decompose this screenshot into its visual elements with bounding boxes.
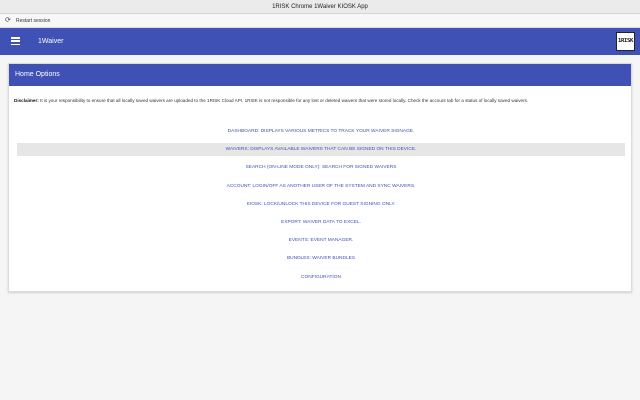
- option-waivers[interactable]: WAIVERS: DISPLAYS AVAILABLE WAIVERS THAT…: [17, 143, 625, 157]
- restart-icon[interactable]: ⟳: [5, 14, 11, 28]
- card-header: Home Options: [9, 64, 631, 86]
- option-export[interactable]: EXPORT: WAIVER DATA TO EXCEL.: [17, 216, 625, 229]
- window-title: 1RISK Chrome 1Waiver KIOSK App: [272, 4, 368, 10]
- option-events[interactable]: EVENTS: EVENT MANAGER.: [17, 234, 625, 247]
- app-bar: 1Waiver 1RISK: [0, 28, 640, 55]
- disclaimer: Disclaimer: It is your responsibility to…: [14, 98, 528, 103]
- hamburger-menu-icon[interactable]: [11, 37, 20, 46]
- option-kiosk[interactable]: KIOSK: LOCK/UNLOCK THIS DEVICE FOR GUEST…: [17, 198, 625, 211]
- option-search[interactable]: SEARCH (ON-LINE MODE ONLY): SEARCH FOR S…: [17, 161, 625, 174]
- app-title: 1Waiver: [38, 38, 64, 45]
- disclaimer-label: Disclaimer:: [14, 98, 39, 103]
- disclaimer-text: It is your responsibility to ensure that…: [38, 98, 529, 103]
- 1risk-logo: 1RISK: [616, 32, 635, 51]
- window-title-bar: 1RISK Chrome 1Waiver KIOSK App: [0, 0, 640, 14]
- menu-bar: ⟳ Restart session: [0, 14, 640, 28]
- restart-session-menu-item[interactable]: Restart session: [16, 14, 50, 28]
- home-options-card: Home Options Disclaimer: It is your resp…: [8, 63, 632, 292]
- option-bundles[interactable]: BUNDLES: WAIVER BUNDLES: [17, 252, 625, 265]
- option-dashboard[interactable]: DASHBOARD: DISPLAYS VARIOUS METRICS TO T…: [17, 125, 625, 138]
- options-list: DASHBOARD: DISPLAYS VARIOUS METRICS TO T…: [17, 125, 625, 289]
- option-configuration[interactable]: CONFIGURATION: [17, 271, 625, 284]
- option-account[interactable]: ACCOUNT: LOGIN/OFF AS ANOTHER USER OF TH…: [17, 180, 625, 193]
